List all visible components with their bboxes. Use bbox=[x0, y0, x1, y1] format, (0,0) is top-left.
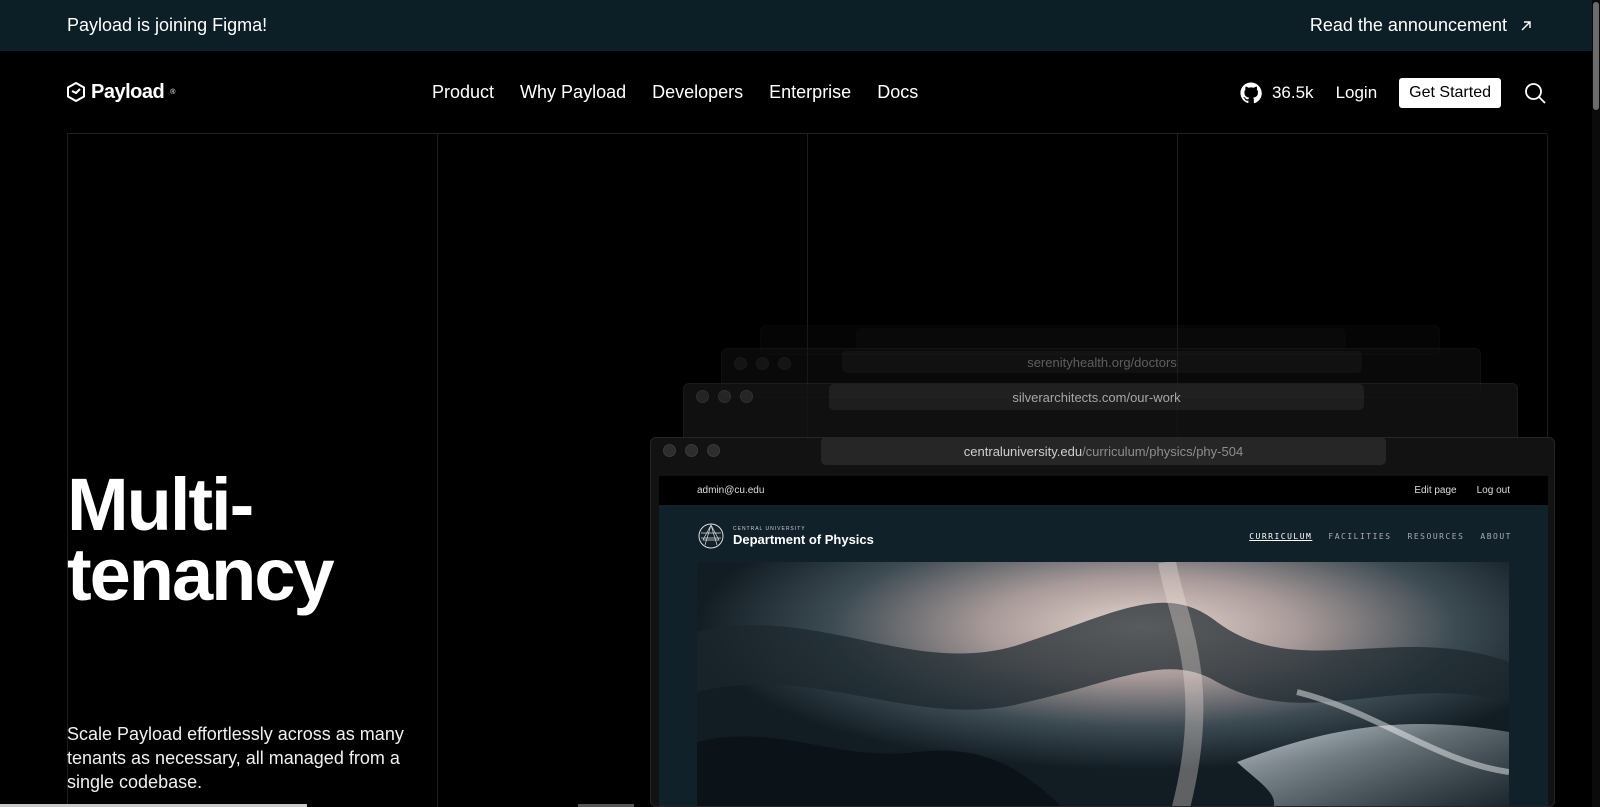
university-seal-icon bbox=[698, 523, 724, 549]
minimize-dot-icon[interactable] bbox=[685, 444, 698, 457]
payload-logo[interactable]: Payload ® bbox=[67, 81, 175, 104]
site-menu-facilities[interactable]: FACILITIES bbox=[1328, 532, 1391, 541]
tenant-site: CENTRAL UNIVERSITY Department of Physics… bbox=[659, 505, 1548, 806]
nav-item-product[interactable]: Product bbox=[432, 82, 494, 103]
registered-mark-icon: ® bbox=[170, 88, 175, 96]
admin-bar: admin@cu.edu Edit page Log out bbox=[659, 476, 1548, 505]
grid-line bbox=[437, 134, 438, 807]
nav-item-why-payload[interactable]: Why Payload bbox=[520, 82, 626, 103]
github-link[interactable]: 36.5k bbox=[1240, 81, 1314, 104]
nav-menu: Product Why Payload Developers Enterpris… bbox=[432, 51, 918, 134]
announcement-bar: Payload is joining Figma! Read the annou… bbox=[0, 0, 1600, 51]
edit-page-link[interactable]: Edit page bbox=[1414, 485, 1456, 496]
close-dot-icon[interactable] bbox=[663, 444, 676, 457]
browser-window-middle: silverarchitects.com/our-work bbox=[683, 383, 1518, 443]
nav-item-developers[interactable]: Developers bbox=[652, 82, 743, 103]
site-menu: CURRICULUM FACILITIES RESOURCES ABOUT bbox=[1249, 532, 1512, 541]
nav-item-docs[interactable]: Docs bbox=[877, 82, 918, 103]
announcement-link[interactable]: Read the announcement bbox=[1310, 15, 1533, 36]
arrow-up-right-icon bbox=[1521, 20, 1531, 30]
github-icon bbox=[1240, 81, 1262, 103]
url-bar[interactable]: centraluniversity.edu/curriculum/physics… bbox=[821, 438, 1386, 465]
window-controls bbox=[696, 390, 753, 403]
logo-text: Payload bbox=[91, 80, 165, 103]
get-started-button[interactable]: Get Started bbox=[1399, 77, 1501, 108]
url-text: silverarchitects.com/our-work bbox=[1012, 389, 1181, 405]
scrollbar-thumb[interactable] bbox=[1593, 2, 1599, 110]
window-controls bbox=[734, 357, 791, 370]
site-menu-about[interactable]: ABOUT bbox=[1480, 532, 1512, 541]
hero-title: Multi- tenancy bbox=[67, 463, 335, 616]
nav-actions: 36.5k Login Get Started bbox=[1240, 51, 1547, 134]
main-nav: Payload ® Product Why Payload Developers … bbox=[67, 51, 1547, 134]
login-link[interactable]: Login bbox=[1336, 83, 1378, 103]
github-stars: 36.5k bbox=[1271, 82, 1314, 102]
log-out-link[interactable]: Log out bbox=[1477, 485, 1510, 496]
hero-title-line: Multi- bbox=[67, 463, 254, 546]
site-menu-resources[interactable]: RESOURCES bbox=[1408, 532, 1465, 541]
site-menu-curriculum[interactable]: CURRICULUM bbox=[1249, 532, 1312, 541]
site-name: CENTRAL UNIVERSITY Department of Physics bbox=[733, 526, 874, 547]
url-host: centraluniversity.edu bbox=[963, 443, 1083, 459]
url-bar bbox=[856, 328, 1346, 350]
announcement-link-label: Read the announcement bbox=[1309, 15, 1507, 35]
announcement-text: Payload is joining Figma! bbox=[67, 15, 268, 35]
browser-window-front: centraluniversity.edu/curriculum/physics… bbox=[650, 437, 1555, 807]
url-path: /curriculum/physics/phy-504 bbox=[1082, 443, 1244, 459]
search-icon[interactable] bbox=[1523, 81, 1547, 105]
url-bar: silverarchitects.com/our-work bbox=[829, 384, 1364, 410]
scrollbar[interactable] bbox=[1592, 0, 1600, 807]
maximize-dot-icon[interactable] bbox=[707, 444, 720, 457]
site-header: CENTRAL UNIVERSITY Department of Physics… bbox=[697, 521, 1512, 551]
hero-description: Scale Payload effortlessly across as man… bbox=[67, 724, 404, 792]
nav-item-enterprise[interactable]: Enterprise bbox=[769, 82, 851, 103]
hero-title-line: tenancy bbox=[67, 533, 335, 616]
site-name-big: Department of Physics bbox=[733, 531, 874, 547]
url-bar: serenityhealth.org/doctors bbox=[842, 351, 1362, 373]
admin-email: admin@cu.edu bbox=[697, 485, 765, 496]
window-controls bbox=[663, 444, 720, 457]
url-text: serenityhealth.org/doctors bbox=[1027, 354, 1177, 370]
site-hero-image bbox=[697, 562, 1509, 806]
payload-logo-icon bbox=[67, 82, 85, 102]
